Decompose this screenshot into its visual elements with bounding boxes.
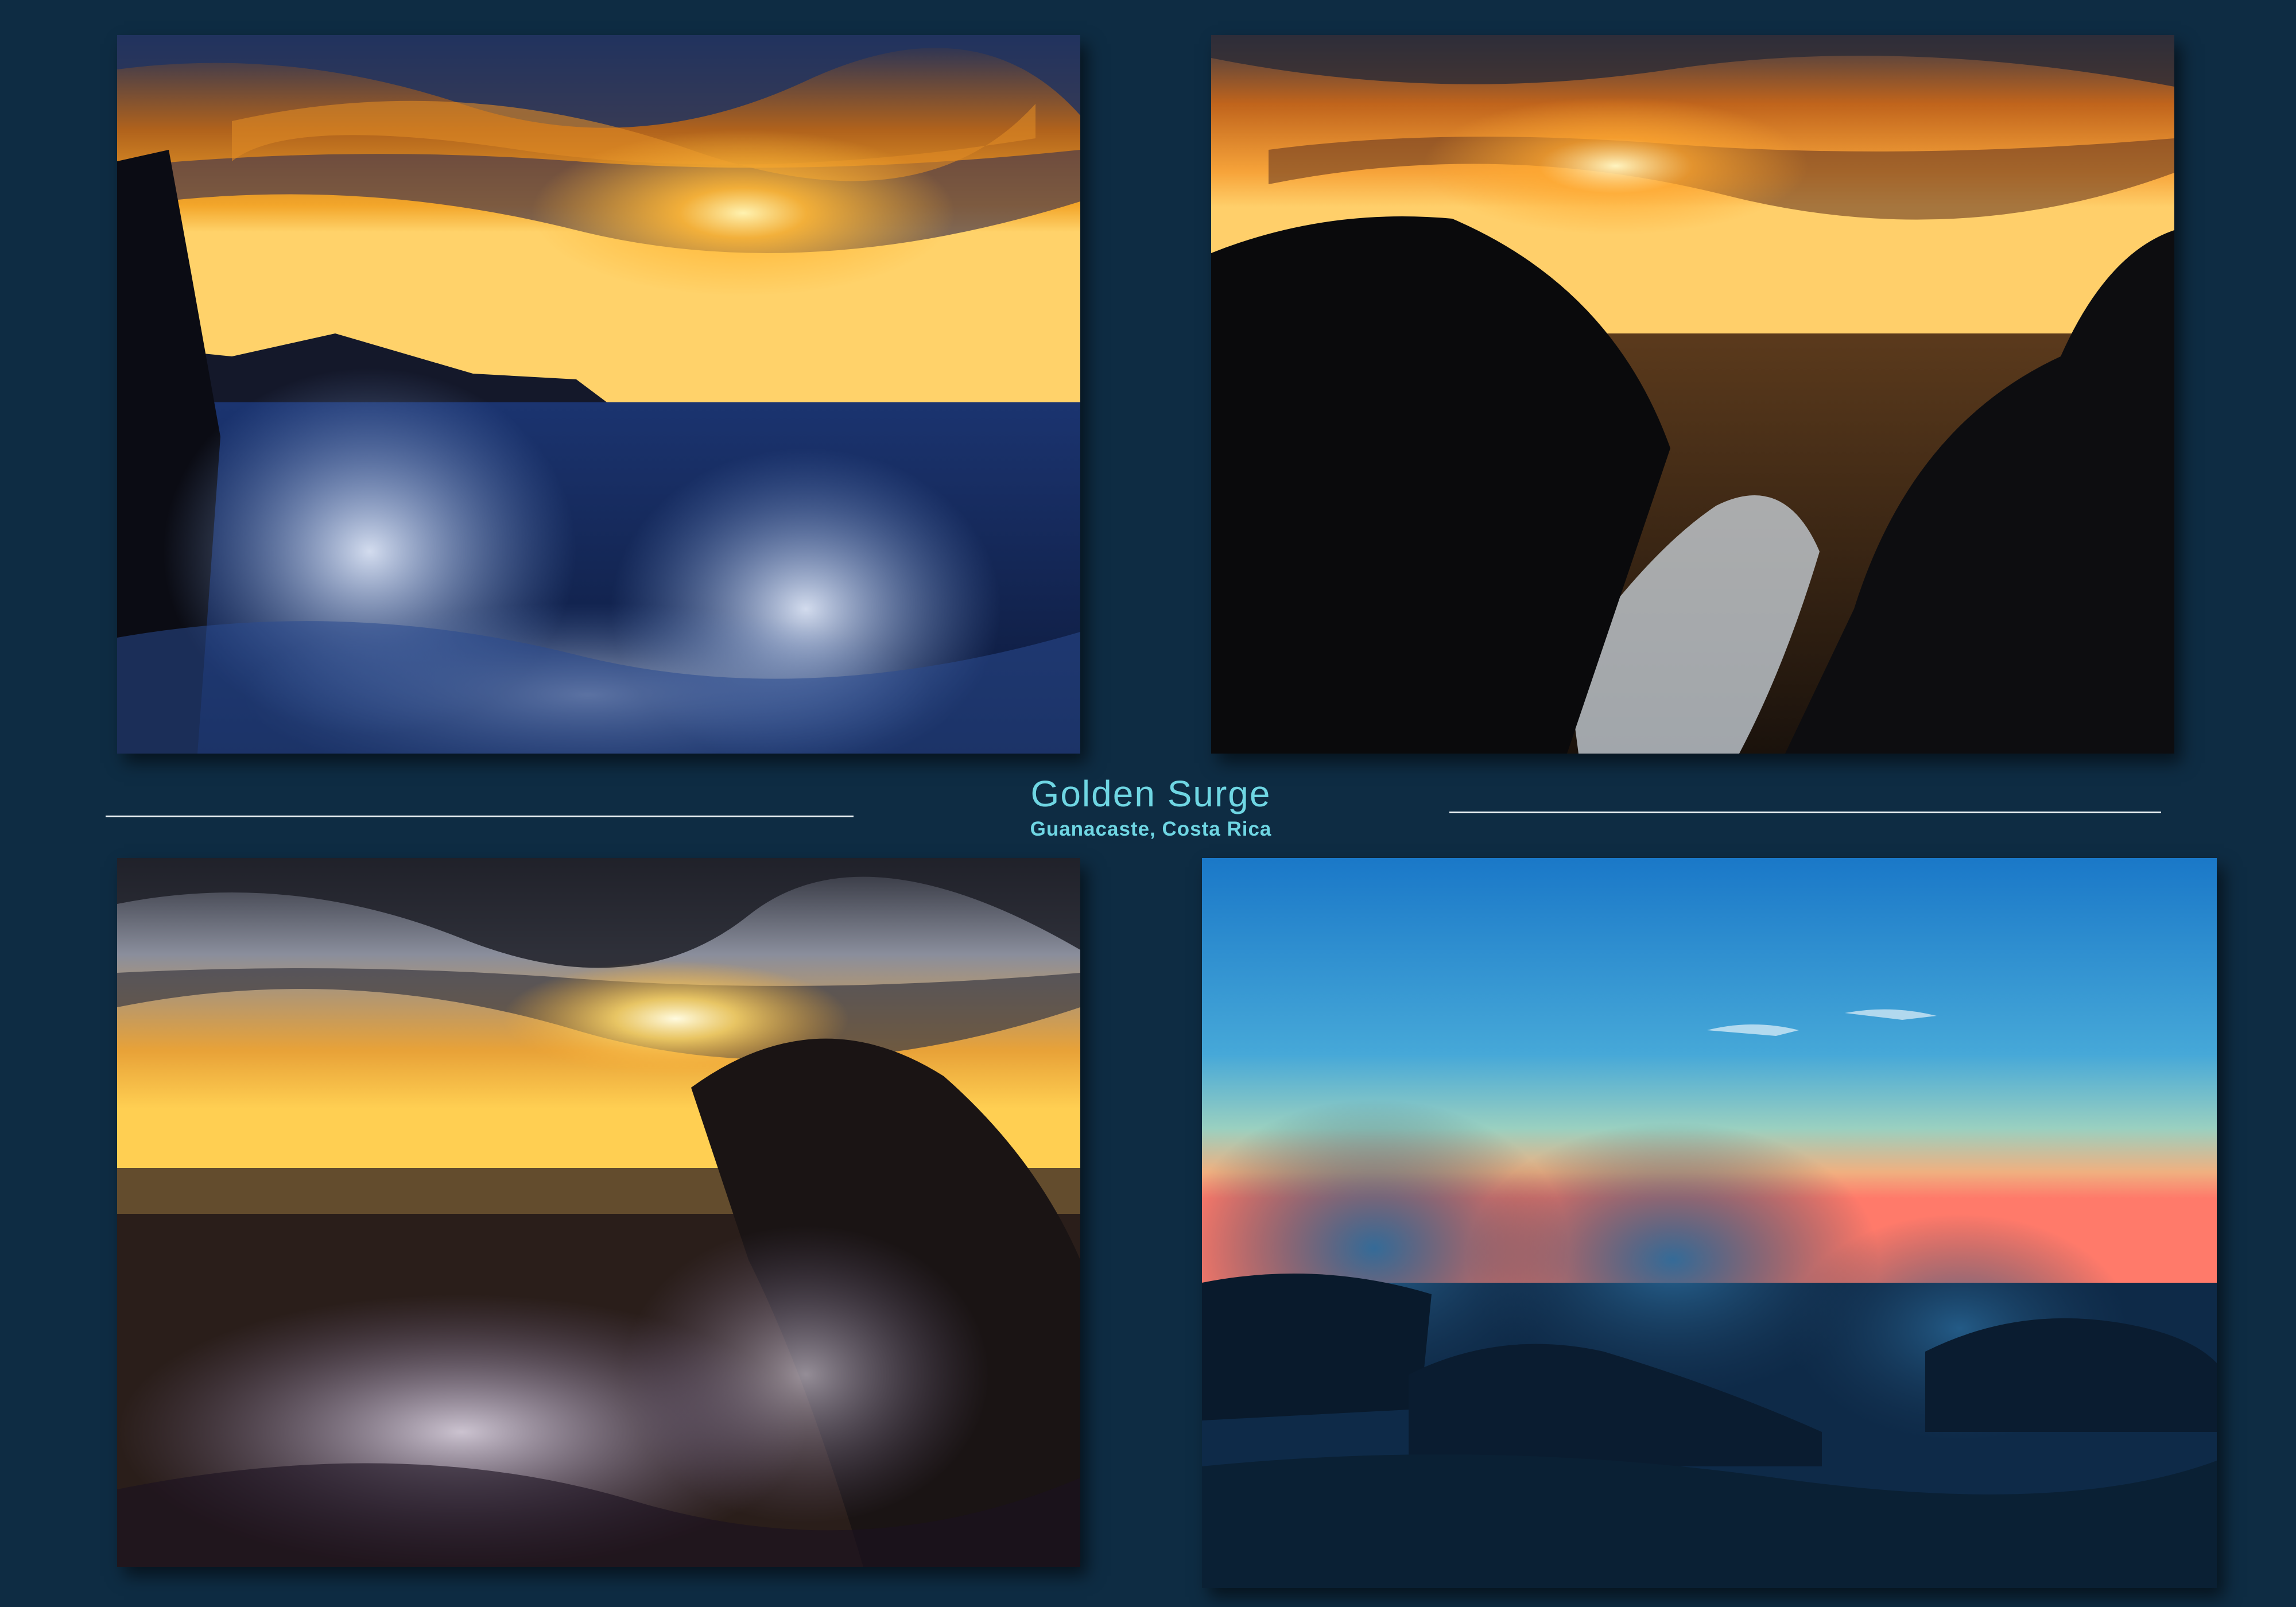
photo-wave-curl-sunrise [117, 858, 1080, 1567]
photo-2-image [1211, 35, 2174, 754]
divider-right [1449, 812, 2161, 813]
divider-left [106, 816, 854, 817]
photo-4-image [1202, 858, 2217, 1588]
photo-rock-spray-sunset [1211, 35, 2174, 754]
photo-golden-sunset-splash [117, 35, 1080, 754]
photo-1-image [117, 35, 1080, 754]
caption-subtitle: Guanacaste, Costa Rica [1030, 818, 1272, 840]
photo-blue-hour-crash [1202, 858, 2217, 1588]
photo-3-image [117, 858, 1080, 1567]
caption-title: Golden Surge [1030, 773, 1271, 814]
